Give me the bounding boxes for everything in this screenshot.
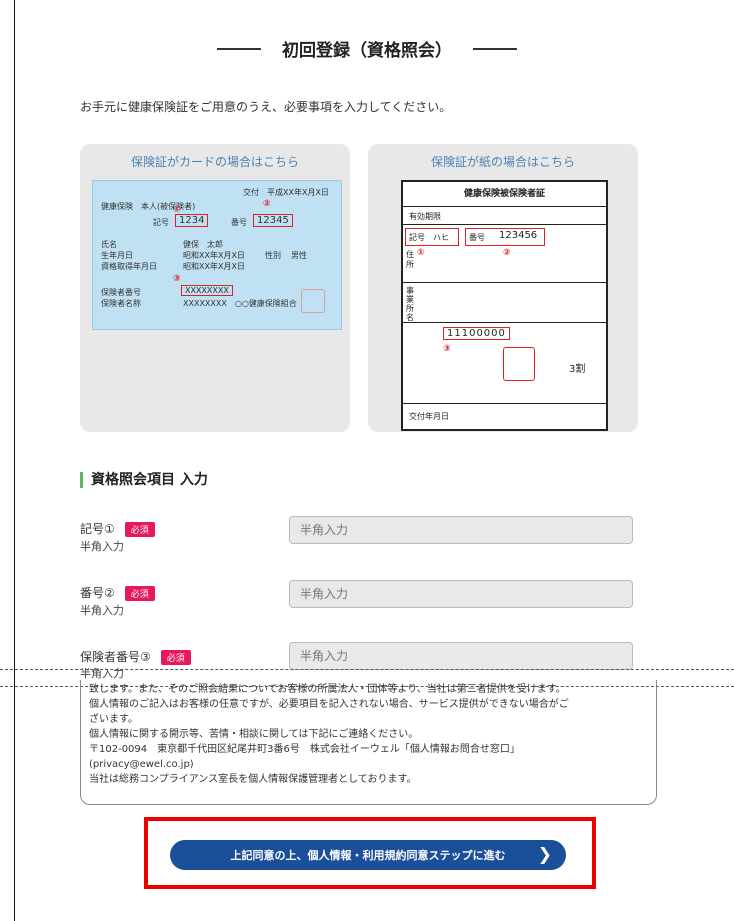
privacy-line: 致します。また、そのご照会結果についてお客様の所属法人・団体等より、当社は第三者… (89, 684, 566, 695)
card-birth-label: 生年月日 (101, 251, 133, 260)
insurer-number-input[interactable] (289, 642, 633, 670)
page-left-border (14, 0, 15, 921)
paper-issue-label: 交付年月日 (409, 412, 449, 421)
paper-certificate-illustration: 健康保険被保険者証 有効期限 記号 ハヒ 番号 123456 ① ② 住所 事業… (401, 180, 608, 431)
paper-marker-3: ③ (443, 344, 451, 354)
paper-validity-label: 有効期限 (409, 212, 441, 221)
field-hint-kigou: 半角入力 (80, 540, 124, 553)
privacy-line: 個人情報のご記入はお客様の任意ですが、必要項目を記入されない場合、サービス提供が… (89, 699, 569, 710)
card-insurer-name-value: XXXXXXXX ○○健康保険組合 (183, 299, 297, 308)
paper-bangou-label: 番号 (469, 233, 485, 242)
card-acq-value: 昭和XX年X月X日 (183, 262, 245, 271)
paper-issue-row (403, 403, 606, 404)
agree-proceed-label: 上記同意の上、個人情報・利用規約同意ステップに進む (230, 849, 506, 862)
card-sex-value: 男性 (291, 251, 307, 260)
paper-guide-title: 保険証が紙の場合はこちら (430, 155, 575, 169)
card-seal-icon (301, 289, 325, 313)
field-hint-bangou: 半角入力 (80, 604, 124, 617)
required-badge: 必須 (124, 586, 155, 601)
card-insurer-no-label: 保険者番号 (101, 288, 141, 297)
field-label-bangou: 番号② 必須 (80, 584, 155, 601)
paper-insurer-no-value: 11100000 (443, 327, 510, 340)
agree-proceed-button[interactable]: 上記同意の上、個人情報・利用規約同意ステップに進む ❯ (170, 840, 566, 870)
title-rule-right (473, 47, 518, 50)
card-marker-3: ③ (173, 274, 181, 284)
paper-kigou-label: 記号 (409, 233, 425, 242)
card-insurer-name-label: 保険者名称 (101, 299, 141, 308)
card-birth-value: 昭和XX年X月X日 (183, 251, 245, 260)
paper-bangou-value: 123456 (499, 230, 538, 241)
card-name-value: 健保 太郎 (183, 240, 223, 249)
card-guide-title: 保険証がカードの場合はこちら (130, 155, 299, 169)
cut-line-upper (0, 669, 734, 670)
paper-kigou-value: ハヒ (433, 233, 449, 242)
card-acq-label: 資格取得年月日 (101, 262, 157, 271)
section-title: 資格照会項目 入力 (80, 472, 208, 488)
card-insurer-no-value: XXXXXXXX (181, 285, 233, 296)
kigou-input[interactable] (289, 516, 633, 544)
card-issue-date: 交付 平成XX年X月X日 (243, 188, 329, 197)
required-badge: 必須 (124, 522, 155, 537)
bangou-input[interactable] (289, 580, 633, 608)
card-bangou-value: 12345 (253, 214, 293, 227)
card-name-label: 氏名 (101, 240, 117, 249)
paper-heading: 健康保険被保険者証 (403, 182, 606, 207)
field-label-bangou-text: 番号② (80, 586, 115, 600)
chevron-right-icon: ❯ (537, 845, 552, 865)
privacy-line: 〒102-0094 東京都千代田区紀尾井町3番6号 株式会社イーウェル「個人情報… (89, 744, 520, 755)
paper-seal-icon (503, 347, 535, 381)
insurance-card-illustration: 交付 平成XX年X月X日 健康保険 本人(被保険者) ① ② 記号 1234 番… (92, 180, 342, 330)
title-rule-left (216, 47, 261, 50)
privacy-line: ざいます。 (89, 714, 138, 725)
page-header: 初回登録（資格照会） (0, 36, 734, 61)
paper-addr-row (403, 248, 606, 283)
page-title: 初回登録（資格照会） (282, 41, 452, 61)
card-guide-panel: 保険証がカードの場合はこちら 交付 平成XX年X月X日 健康保険 本人(被保険者… (80, 144, 350, 432)
field-label-kigou: 記号① 必須 (80, 520, 155, 537)
paper-place-label: 事業所名 (406, 286, 414, 322)
privacy-line: 当社は総務コンプライアンス室長を個人情報保護管理者としております。 (89, 774, 417, 785)
privacy-notice[interactable]: 致します。また、そのご照会結果についてお客様の所属法人・団体等より、当社は第三者… (80, 680, 657, 805)
paper-rate-value: 3割 (569, 364, 586, 375)
field-hint-insurer-no: 半角入力 (80, 667, 124, 680)
card-type: 健康保険 本人(被保険者) (101, 202, 196, 211)
card-kigou-label: 記号 (153, 218, 169, 227)
paper-guide-panel: 保険証が紙の場合はこちら 健康保険被保険者証 有効期限 記号 ハヒ 番号 123… (368, 144, 638, 432)
field-label-insurer-no: 保険者番号③ 必須 (80, 648, 191, 665)
privacy-line: (privacy@ewel.co.jp) (89, 759, 194, 770)
card-sex-label: 性別 (265, 251, 281, 260)
card-bangou-label: 番号 (231, 218, 247, 227)
privacy-line: 個人情報に関する開示等、苦情・相談に関しては下記にご連絡ください。 (89, 729, 419, 740)
card-marker-2: ② (263, 199, 271, 209)
required-badge: 必須 (160, 650, 191, 665)
intro-text: お手元に健康保険証をご用意のうえ、必要事項を入力してください。 (80, 100, 452, 114)
field-label-insurer-no-text: 保険者番号③ (80, 650, 151, 664)
paper-place-row (403, 322, 606, 323)
field-label-kigou-text: 記号① (80, 522, 115, 536)
card-kigou-value: 1234 (175, 214, 209, 227)
